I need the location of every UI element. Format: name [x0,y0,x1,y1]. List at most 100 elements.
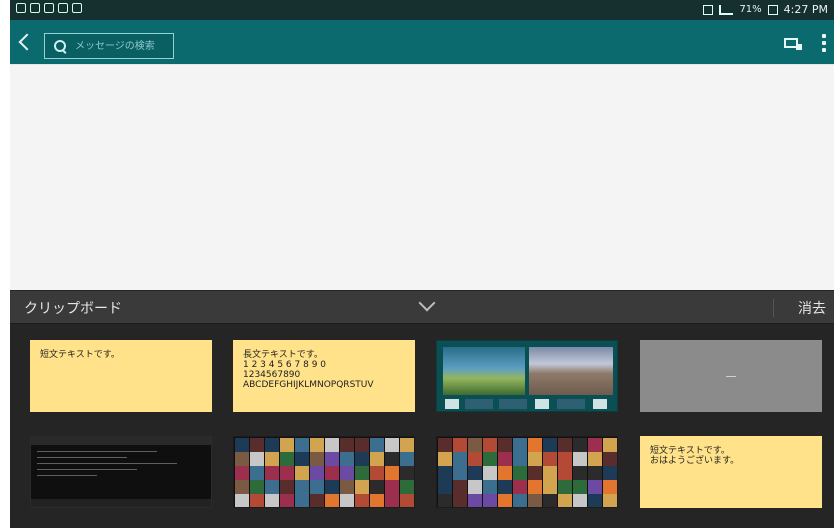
thumbnail-tile [295,480,309,494]
clipboard-text: 短文テキストです。 おはようございます。 [650,446,740,466]
search-box[interactable] [44,33,174,59]
thumbnail-tile [235,494,249,507]
thumbnail-tile [603,452,617,466]
thumbnail-tile [400,438,414,452]
thumbnail-tile [558,494,572,507]
thumbnail-tile [483,494,497,507]
thumbnail-tile [498,452,512,466]
terminal-titlebar [31,437,211,445]
thumbnail-tile [513,452,527,466]
thumbnail-tile [265,494,279,507]
thumbnail-tile [355,438,369,452]
thumbnail-tile [588,438,602,452]
thumbnail-tile [468,452,482,466]
thumbnail-tile [498,466,512,480]
clipboard-image-item[interactable] [436,436,618,508]
thumbnail-tile [385,480,399,494]
thumbnail-tile [498,438,512,452]
thumbnail-tile [453,480,467,494]
thumbnail-tile [355,480,369,494]
app-frame: 71% 4:27 PM クリップボード 消去 短文テキストです [10,0,834,528]
thumbnail-tile [235,452,249,466]
clipboard-item[interactable]: 短文テキストです。 おはようございます。 [640,436,822,508]
thumbnail-tile [483,466,497,480]
status-right: 71% 4:27 PM [703,3,828,16]
more-options-dot [822,34,826,38]
clipboard-text: 長文テキストです。 1 2 3 4 5 6 7 8 9 0 1234567890… [243,350,374,390]
thumbnail-tile [603,494,617,507]
clipboard-grid: 短文テキストです。 長文テキストです。 1 2 3 4 5 6 7 8 9 0 … [10,324,834,528]
thumbnail-tile [558,438,572,452]
thumbnail-tile [468,494,482,507]
more-options-icon[interactable] [822,34,826,52]
thumbnail-tile [265,452,279,466]
thumbnail-tile [325,466,339,480]
terminal-footer [31,499,211,507]
thumbnail-tile [265,480,279,494]
thumbnail-widget [499,399,527,409]
thumbnail-tile [573,452,587,466]
clipboard-image-item[interactable] [233,436,415,508]
more-options-dot [822,48,826,52]
clipboard-image-item[interactable] [640,340,822,412]
thumbnail-tile [528,438,542,452]
thumbnail-tile [265,438,279,452]
thumbnail-tile [573,466,587,480]
thumbnail-tile [310,438,324,452]
thumbnail-tile [325,480,339,494]
clipboard-item[interactable]: 長文テキストです。 1 2 3 4 5 6 7 8 9 0 1234567890… [233,340,415,412]
thumbnail-tile [453,438,467,452]
thumbnail-tile [250,466,264,480]
thumbnail-tile [498,494,512,507]
thumbnail-tile [588,494,602,507]
thumbnail-tile [513,494,527,507]
thumbnail-tile [438,494,452,507]
cloud-icon [72,3,82,13]
thumbnail-tile [370,438,384,452]
clear-button[interactable]: 消去 [798,298,826,318]
search-input[interactable] [73,39,173,53]
thumbnail-tile [453,452,467,466]
thumbnail-tile [235,466,249,480]
thumbnail-tile [295,494,309,507]
thumbnail-tile [385,438,399,452]
thumbnail-tile [235,480,249,494]
clipboard-image-item[interactable] [30,436,212,508]
thumbnail-tile [528,466,542,480]
thumbnail-tile [250,452,264,466]
thumbnail-tile [543,466,557,480]
thumbnail-tile [250,494,264,507]
thumbnail-tile [468,466,482,480]
terminal-line [37,475,97,476]
thumbnail-tile [528,480,542,494]
collapse-clipboard-button[interactable] [418,297,436,315]
thumbnail-tile [603,480,617,494]
thumbnail-tile [355,452,369,466]
attach-icon[interactable] [784,38,802,50]
thumbnail-tile [573,494,587,507]
wifi-icon [30,3,40,13]
thumbnail-tile [400,494,414,507]
terminal-line [37,451,157,452]
thumbnail-tile [468,480,482,494]
thumbnail-tile [295,452,309,466]
thumbnail-tile [385,494,399,507]
thumbnail-tile [325,438,339,452]
thumbnail-tile [370,494,384,507]
clipboard-item[interactable]: 短文テキストです。 [30,340,212,412]
thumbnail-widget [535,399,549,409]
thumbnail-tile [558,466,572,480]
back-button[interactable] [18,30,36,54]
thumbnail-tile [370,452,384,466]
thumbnail-tile [250,480,264,494]
clipboard-image-item[interactable] [436,340,618,412]
thumbnail-tile [513,438,527,452]
thumbnail-tile [468,438,482,452]
thumbnail-widget [593,399,607,409]
thumbnail-tile [588,466,602,480]
thumbnail-tile [603,466,617,480]
thumbnail-tile [295,466,309,480]
thumbnail-widget [557,399,585,409]
thumbnail-tile [280,452,294,466]
thumbnail-tile [573,438,587,452]
